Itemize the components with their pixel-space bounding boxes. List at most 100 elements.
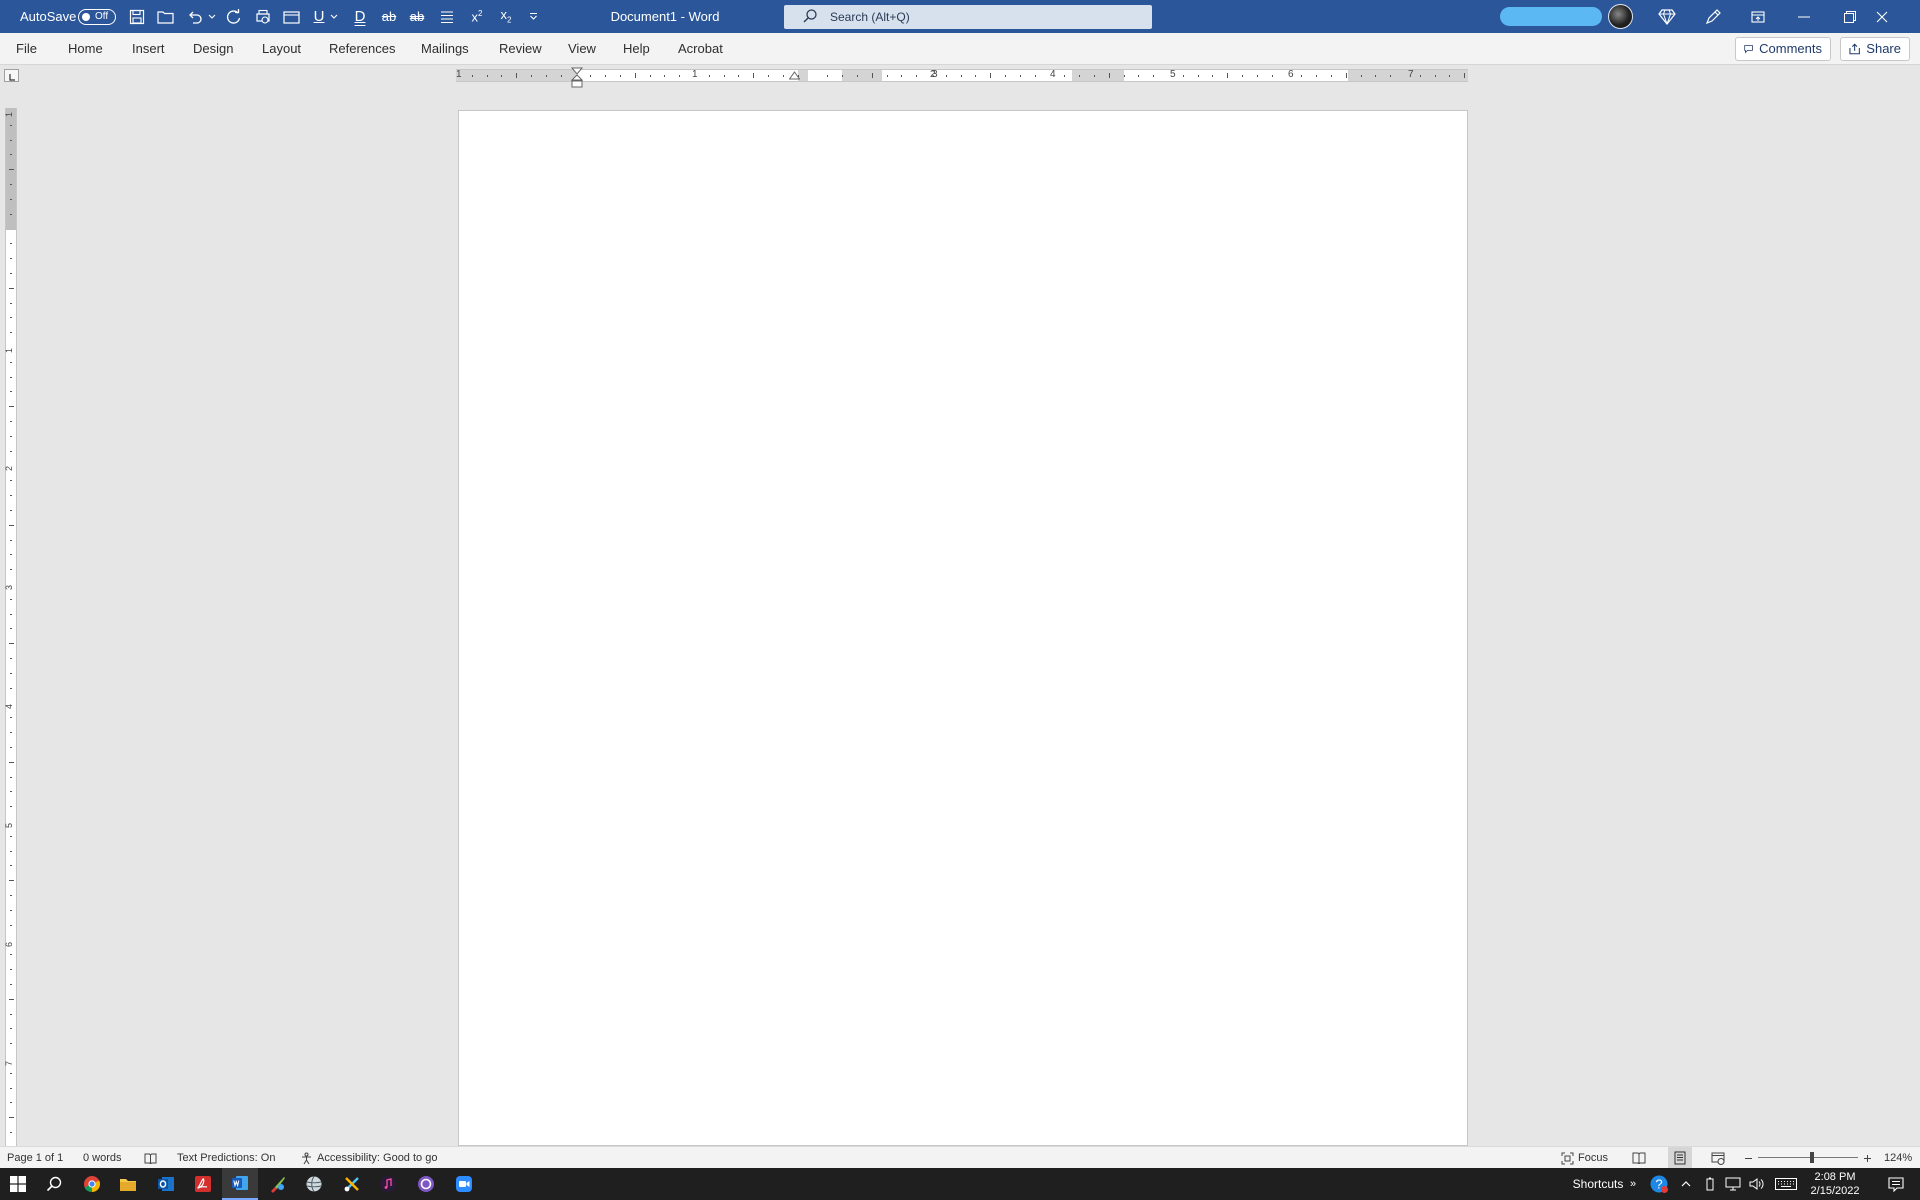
accessibility-status[interactable]: Accessibility: Good to go [300, 1147, 437, 1169]
ruler-tick [10, 599, 12, 600]
ruler-tick [10, 806, 12, 807]
show-hidden-icons-button[interactable] [1676, 1168, 1696, 1200]
zoom-slider-track[interactable] [1758, 1157, 1858, 1158]
open-button[interactable] [154, 0, 176, 33]
print-preview-button[interactable] [252, 0, 274, 33]
search-taskbar-button[interactable] [36, 1168, 72, 1200]
superscript-button[interactable]: x2 [466, 0, 488, 33]
expand-shortcuts-button[interactable]: » [1626, 1168, 1640, 1200]
indent-marker-icon[interactable] [571, 67, 583, 89]
word-taskbar-button[interactable] [222, 1168, 258, 1200]
ruler-tick [1227, 73, 1228, 78]
start-button[interactable] [0, 1168, 36, 1200]
undo-button[interactable] [184, 0, 206, 33]
ribbon-display-options-button[interactable] [1738, 0, 1778, 33]
autosave-toggle[interactable]: Off [78, 9, 116, 25]
double-underline-button[interactable]: D [350, 0, 370, 33]
zoom-in-button[interactable] [1863, 1147, 1872, 1169]
ruler-tick [1035, 75, 1036, 77]
acrobat-taskbar-button[interactable] [185, 1168, 221, 1200]
music-taskbar-button[interactable] [370, 1168, 406, 1200]
ruler-tick [1331, 75, 1332, 77]
shortcuts-label[interactable]: Shortcuts [1568, 1168, 1628, 1200]
save-button[interactable] [126, 0, 148, 33]
tab-design[interactable]: Design [193, 33, 233, 65]
premium-button[interactable] [1647, 0, 1687, 33]
search-box[interactable] [784, 5, 1152, 29]
ruler-tick [10, 391, 12, 392]
search-input[interactable] [830, 7, 1130, 27]
designer-button[interactable] [1693, 0, 1733, 33]
cortana-taskbar-button[interactable] [408, 1168, 444, 1200]
chrome-taskbar-button[interactable] [74, 1168, 110, 1200]
tab-view[interactable]: View [568, 33, 596, 65]
tab-selector[interactable] [4, 69, 19, 82]
paint-taskbar-button[interactable] [260, 1168, 296, 1200]
file-explorer-taskbar-button[interactable] [110, 1168, 146, 1200]
minimize-button[interactable] [1784, 0, 1824, 33]
snipping-taskbar-button[interactable] [334, 1168, 370, 1200]
tab-review[interactable]: Review [499, 33, 542, 65]
help-tray-button[interactable]: ? [1646, 1168, 1672, 1200]
keyboard-tray-button[interactable] [1772, 1168, 1800, 1200]
underline-dropdown[interactable] [328, 0, 340, 33]
comments-button[interactable]: Comments [1735, 37, 1831, 61]
focus-button[interactable]: Focus [1561, 1147, 1608, 1169]
tab-file[interactable]: File [16, 33, 37, 65]
music-icon [380, 1176, 396, 1192]
print-layout-button[interactable] [1668, 1147, 1692, 1169]
account-name-redacted[interactable] [1500, 7, 1602, 26]
network-tray-button[interactable] [1722, 1168, 1744, 1200]
tab-home[interactable]: Home [68, 33, 103, 65]
ruler-tick [1079, 75, 1080, 77]
text-predictions-status[interactable]: Text Predictions: On [177, 1147, 275, 1169]
paint-icon [271, 1177, 285, 1193]
ruler-tick [10, 717, 12, 718]
word-count[interactable]: 0 words [83, 1147, 122, 1169]
subscript-button[interactable]: x2 [494, 0, 518, 33]
zoom-out-button[interactable] [1744, 1147, 1753, 1169]
app-taskbar-button[interactable] [296, 1168, 332, 1200]
undo-icon [189, 11, 202, 24]
right-indent-marker-icon[interactable] [789, 71, 800, 81]
ruler-tick [1375, 75, 1376, 77]
notifications-button[interactable] [1876, 1168, 1916, 1200]
save-icon [129, 9, 145, 24]
double-strikethrough-button[interactable]: ab [406, 0, 428, 33]
ruler-tick [9, 169, 14, 170]
proofing-button[interactable] [144, 1147, 157, 1169]
volume-tray-button[interactable] [1746, 1168, 1768, 1200]
tab-references[interactable]: References [329, 33, 395, 65]
share-button[interactable]: Share [1840, 37, 1910, 61]
customize-toolbar-button[interactable] [526, 0, 540, 33]
tab-mailings[interactable]: Mailings [421, 33, 469, 65]
ruler-tick [501, 75, 502, 77]
tab-help[interactable]: Help [623, 33, 650, 65]
document-page[interactable] [458, 110, 1468, 1146]
read-mode-button[interactable] [1631, 1147, 1647, 1169]
horizontal-ruler[interactable]: 1 1 2 3 4 5 6 7 [456, 69, 1468, 82]
ruler-tick [472, 75, 473, 77]
page-count[interactable]: Page 1 of 1 [7, 1147, 63, 1169]
undo-dropdown[interactable] [206, 0, 218, 33]
battery-tray-button[interactable] [1700, 1168, 1720, 1200]
zoom-taskbar-button[interactable] [446, 1168, 482, 1200]
outlook-taskbar-button[interactable] [148, 1168, 184, 1200]
align-button[interactable] [436, 0, 458, 33]
web-layout-button[interactable] [1710, 1147, 1726, 1169]
vertical-ruler[interactable]: 1 1 2 3 4 5 6 7 [4, 108, 17, 1146]
new-document-button[interactable] [280, 0, 302, 33]
tab-acrobat[interactable]: Acrobat [678, 33, 723, 65]
system-clock[interactable]: 2:08 PM 2/15/2022 [1800, 1170, 1870, 1198]
zoom-level[interactable]: 124% [1884, 1147, 1912, 1169]
proofing-book-icon [144, 1153, 157, 1164]
tab-layout[interactable]: Layout [262, 33, 301, 65]
strikethrough-button[interactable]: ab [378, 0, 400, 33]
close-button[interactable] [1862, 0, 1902, 33]
tab-insert[interactable]: Insert [132, 33, 165, 65]
zoom-slider-thumb[interactable] [1810, 1152, 1814, 1163]
avatar[interactable] [1608, 4, 1633, 29]
redo-button[interactable] [222, 0, 244, 33]
ruler-tick [961, 75, 962, 77]
underline-button[interactable]: U [310, 0, 328, 33]
